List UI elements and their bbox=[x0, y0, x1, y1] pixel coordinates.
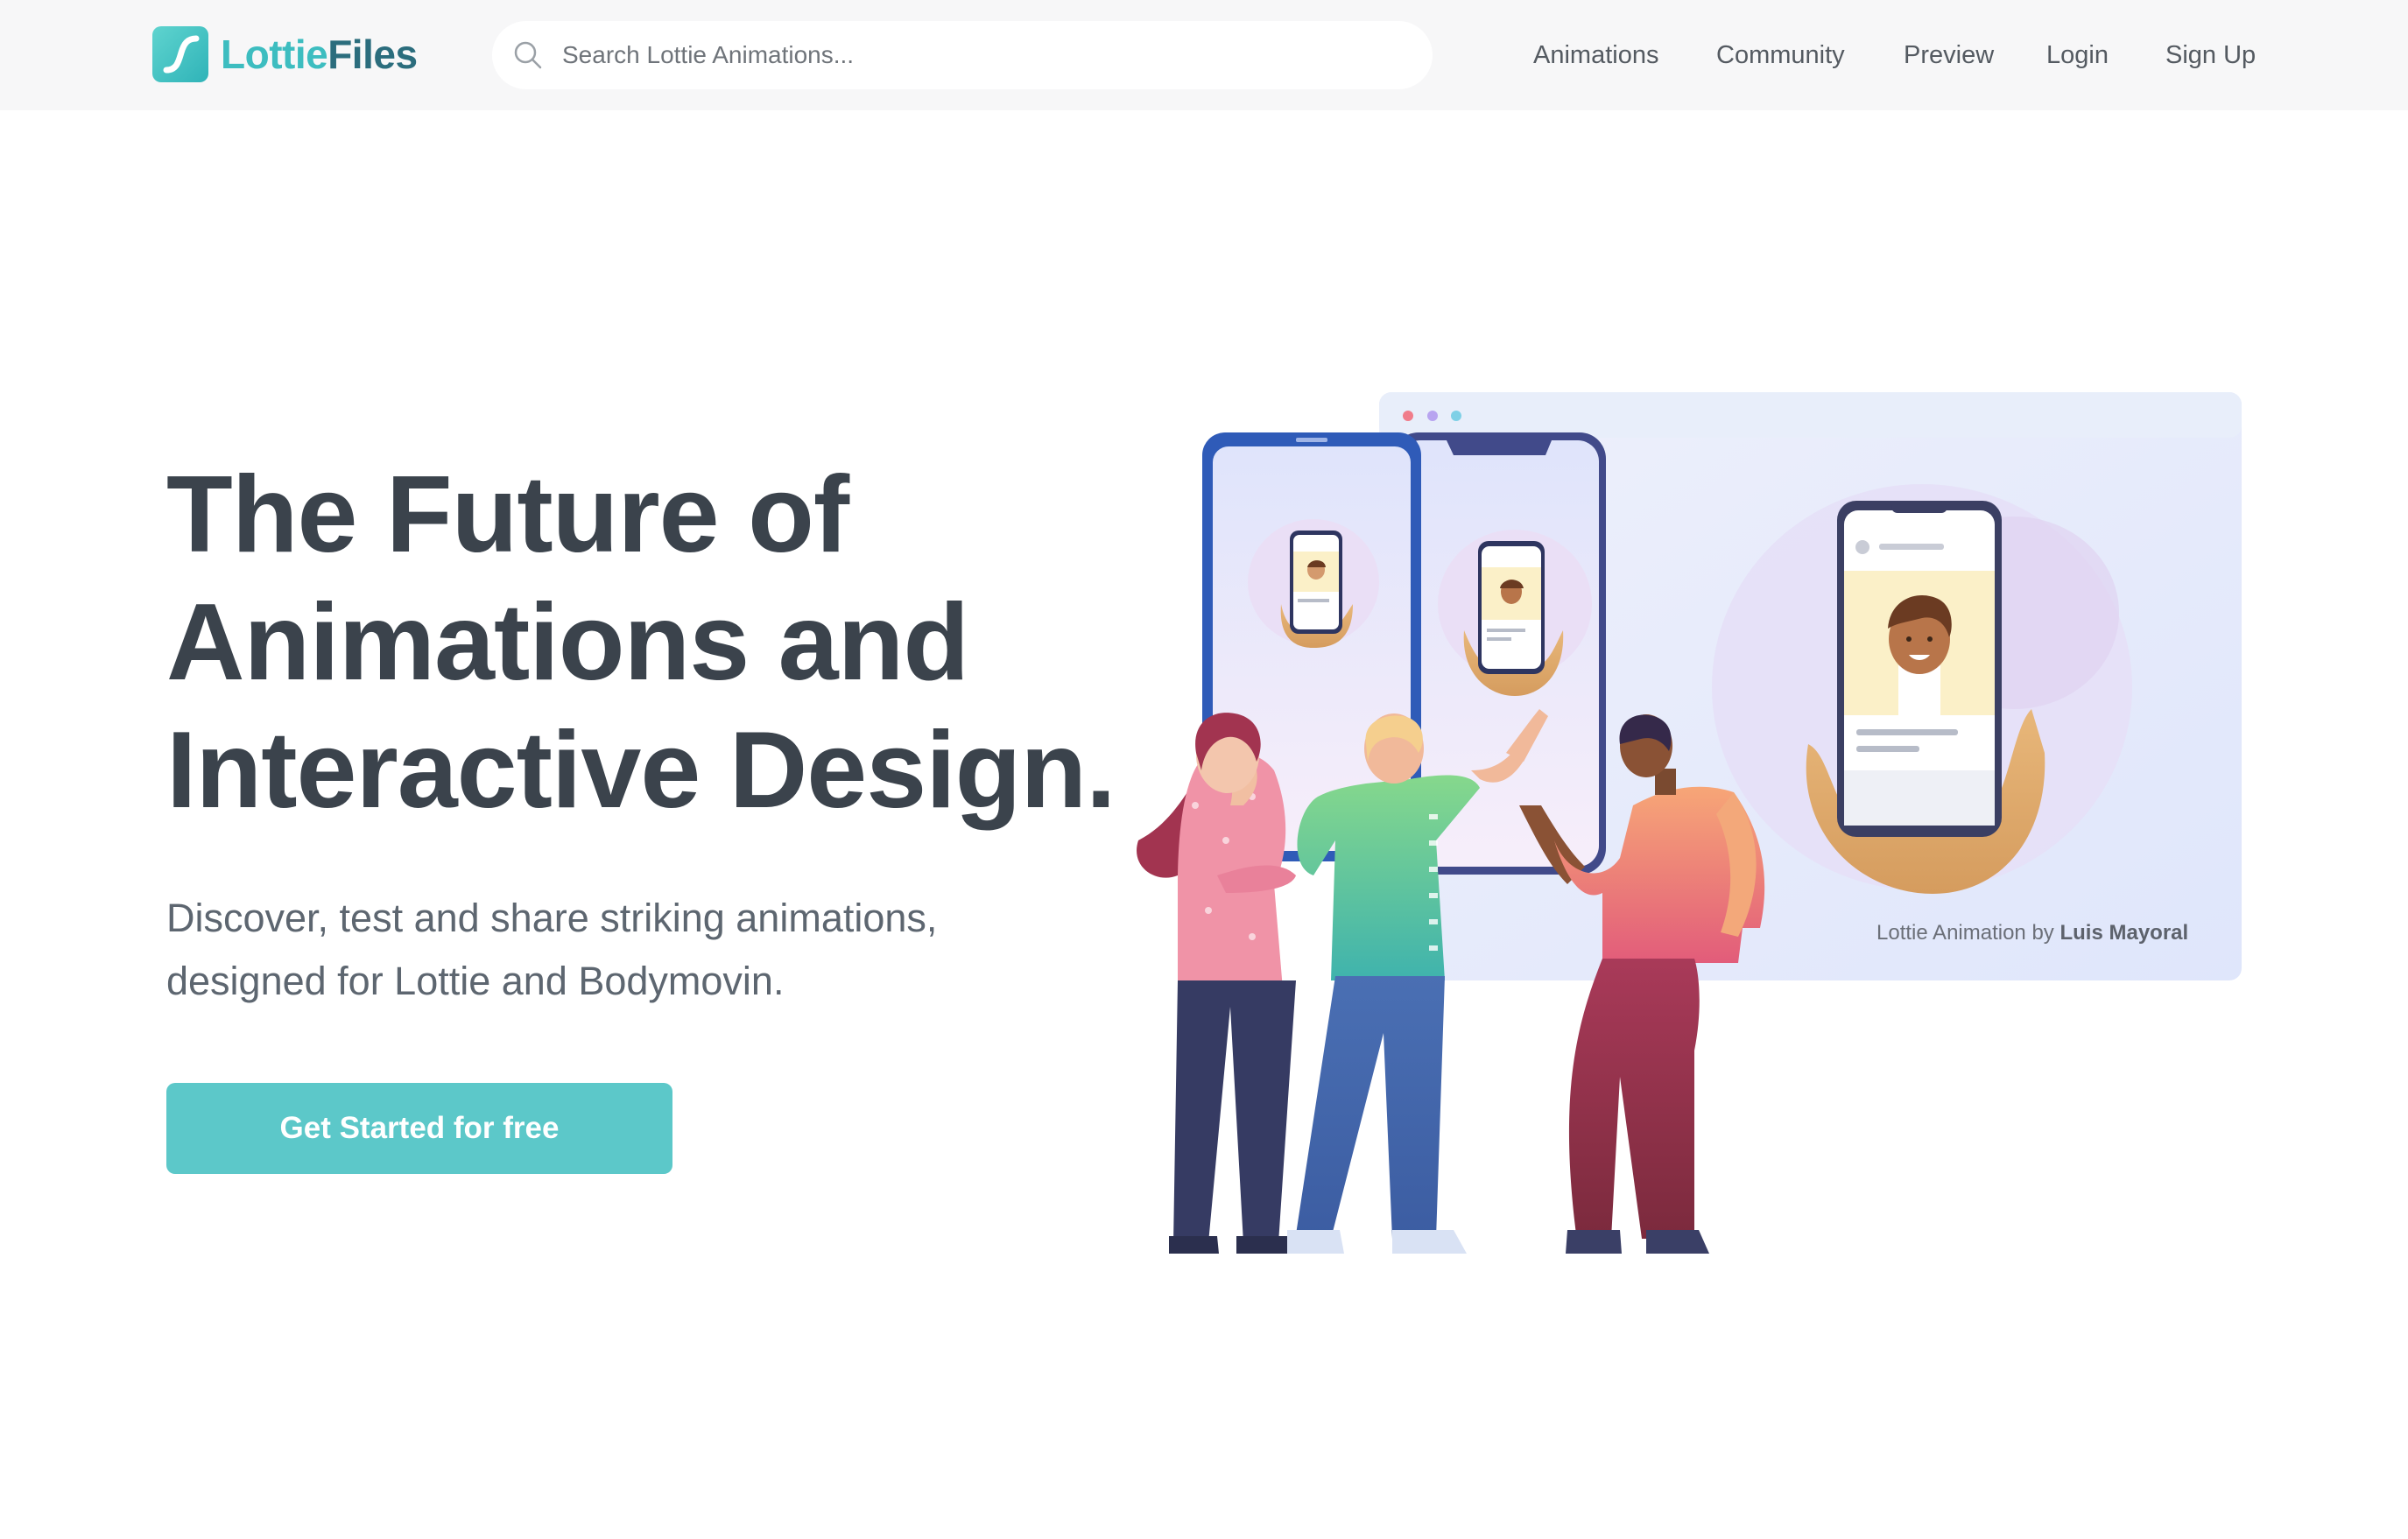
brand-name: LottieFiles bbox=[221, 31, 418, 78]
hero-subtitle: Discover, test and share striking animat… bbox=[166, 887, 1130, 1013]
credit-author[interactable]: Luis Mayoral bbox=[2059, 921, 2188, 945]
hero-subtitle-line: designed for Lottie and Bodymovin. bbox=[166, 959, 785, 1003]
get-started-button[interactable]: Get Started for free bbox=[166, 1083, 672, 1174]
hero-illustration bbox=[1137, 392, 2242, 1254]
nav-link-login[interactable]: Login bbox=[2046, 41, 2109, 70]
hero-title: The Future of Animations and Interactive… bbox=[166, 451, 1173, 834]
hero-title-line: Animations and bbox=[166, 582, 969, 703]
search-bar[interactable] bbox=[492, 21, 1433, 89]
woman-figure-graphic bbox=[1137, 713, 1296, 1254]
brand-name-part1: Lottie bbox=[221, 32, 328, 77]
search-icon bbox=[514, 41, 542, 69]
nav-link-animations[interactable]: Animations bbox=[1533, 41, 1658, 70]
credit-prefix: Lottie Animation by bbox=[1876, 921, 2054, 945]
hero-subtitle-line: Discover, test and share striking animat… bbox=[166, 896, 938, 940]
hero-title-line: The Future of bbox=[166, 454, 849, 575]
brand-logo[interactable]: LottieFiles bbox=[152, 26, 418, 82]
nav-link-community[interactable]: Community bbox=[1716, 41, 1845, 70]
nav-link-sign-up[interactable]: Sign Up bbox=[2165, 41, 2256, 70]
nav-link-preview[interactable]: Preview bbox=[1904, 41, 1994, 70]
brand-name-part2: Files bbox=[327, 32, 418, 77]
animation-credit: Lottie Animation by Luis Mayoral bbox=[1876, 921, 2188, 945]
search-input[interactable] bbox=[562, 21, 1403, 89]
lottiefiles-logo-icon bbox=[152, 26, 208, 82]
top-navbar: LottieFiles Animations Community Preview… bbox=[0, 0, 2408, 110]
hero-title-line: Interactive Design. bbox=[166, 710, 1116, 831]
